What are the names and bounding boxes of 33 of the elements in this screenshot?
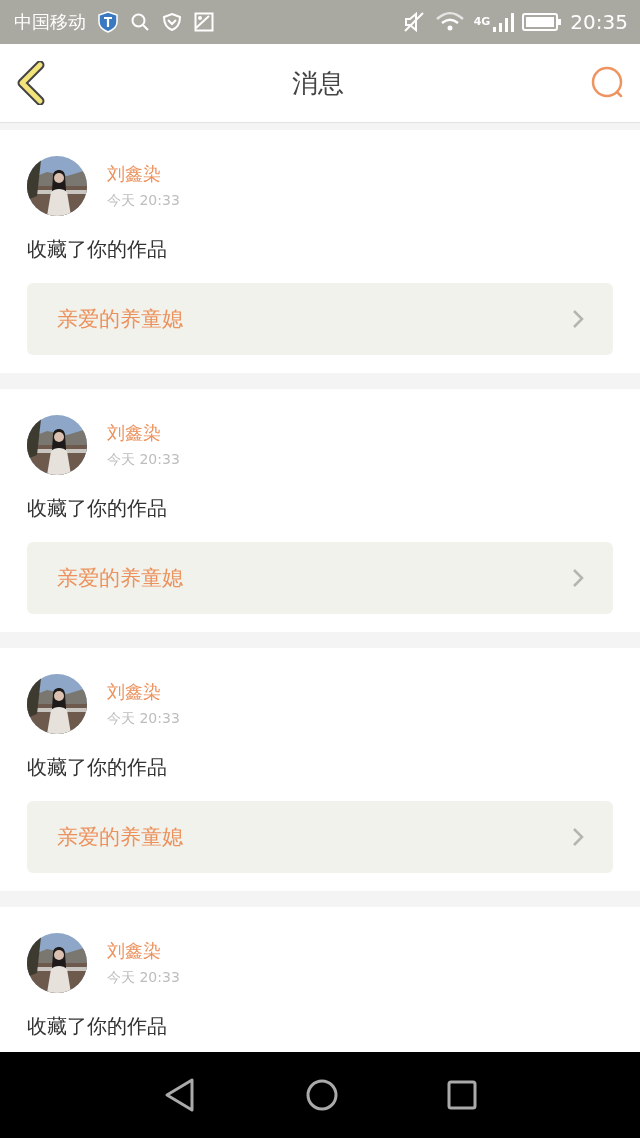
signal-icon (492, 11, 515, 33)
user-name[interactable]: 刘鑫染 (107, 680, 180, 704)
clock: 20:35 (570, 10, 628, 34)
search-icon (130, 12, 150, 32)
chevron-right-icon (571, 826, 585, 848)
back-icon (16, 61, 46, 105)
message-time: 今天 20:33 (107, 192, 180, 210)
shield-icon (98, 11, 118, 33)
message-time: 今天 20:33 (107, 710, 180, 728)
message-text: 收藏了你的作品 (27, 1013, 167, 1040)
chevron-right-icon (571, 308, 585, 330)
message-text: 收藏了你的作品 (27, 236, 167, 263)
carrier-name: 中国移动 (14, 10, 86, 34)
work-link[interactable]: 亲爱的养童媳 (27, 801, 613, 873)
work-link[interactable]: 亲爱的养童媳 (27, 542, 613, 614)
battery-icon (522, 12, 563, 32)
user-name[interactable]: 刘鑫染 (107, 421, 180, 445)
page-title: 消息 (292, 66, 344, 100)
back-nav-icon[interactable] (163, 1077, 197, 1113)
home-nav-icon[interactable] (305, 1078, 339, 1112)
message-text: 收藏了你的作品 (27, 754, 167, 781)
network-type: 4G (473, 15, 491, 28)
back-button[interactable] (16, 61, 46, 105)
chevron-right-icon (571, 567, 585, 589)
user-name[interactable]: 刘鑫染 (107, 162, 180, 186)
work-link[interactable]: 亲爱的养童媳 (27, 283, 613, 355)
shield-outline-icon (162, 12, 182, 32)
image-icon (194, 12, 214, 32)
message-time: 今天 20:33 (107, 451, 180, 469)
user-name[interactable]: 刘鑫染 (107, 939, 180, 963)
message-text: 收藏了你的作品 (27, 495, 167, 522)
recent-apps-icon[interactable] (447, 1080, 477, 1110)
message-time: 今天 20:33 (107, 969, 180, 987)
